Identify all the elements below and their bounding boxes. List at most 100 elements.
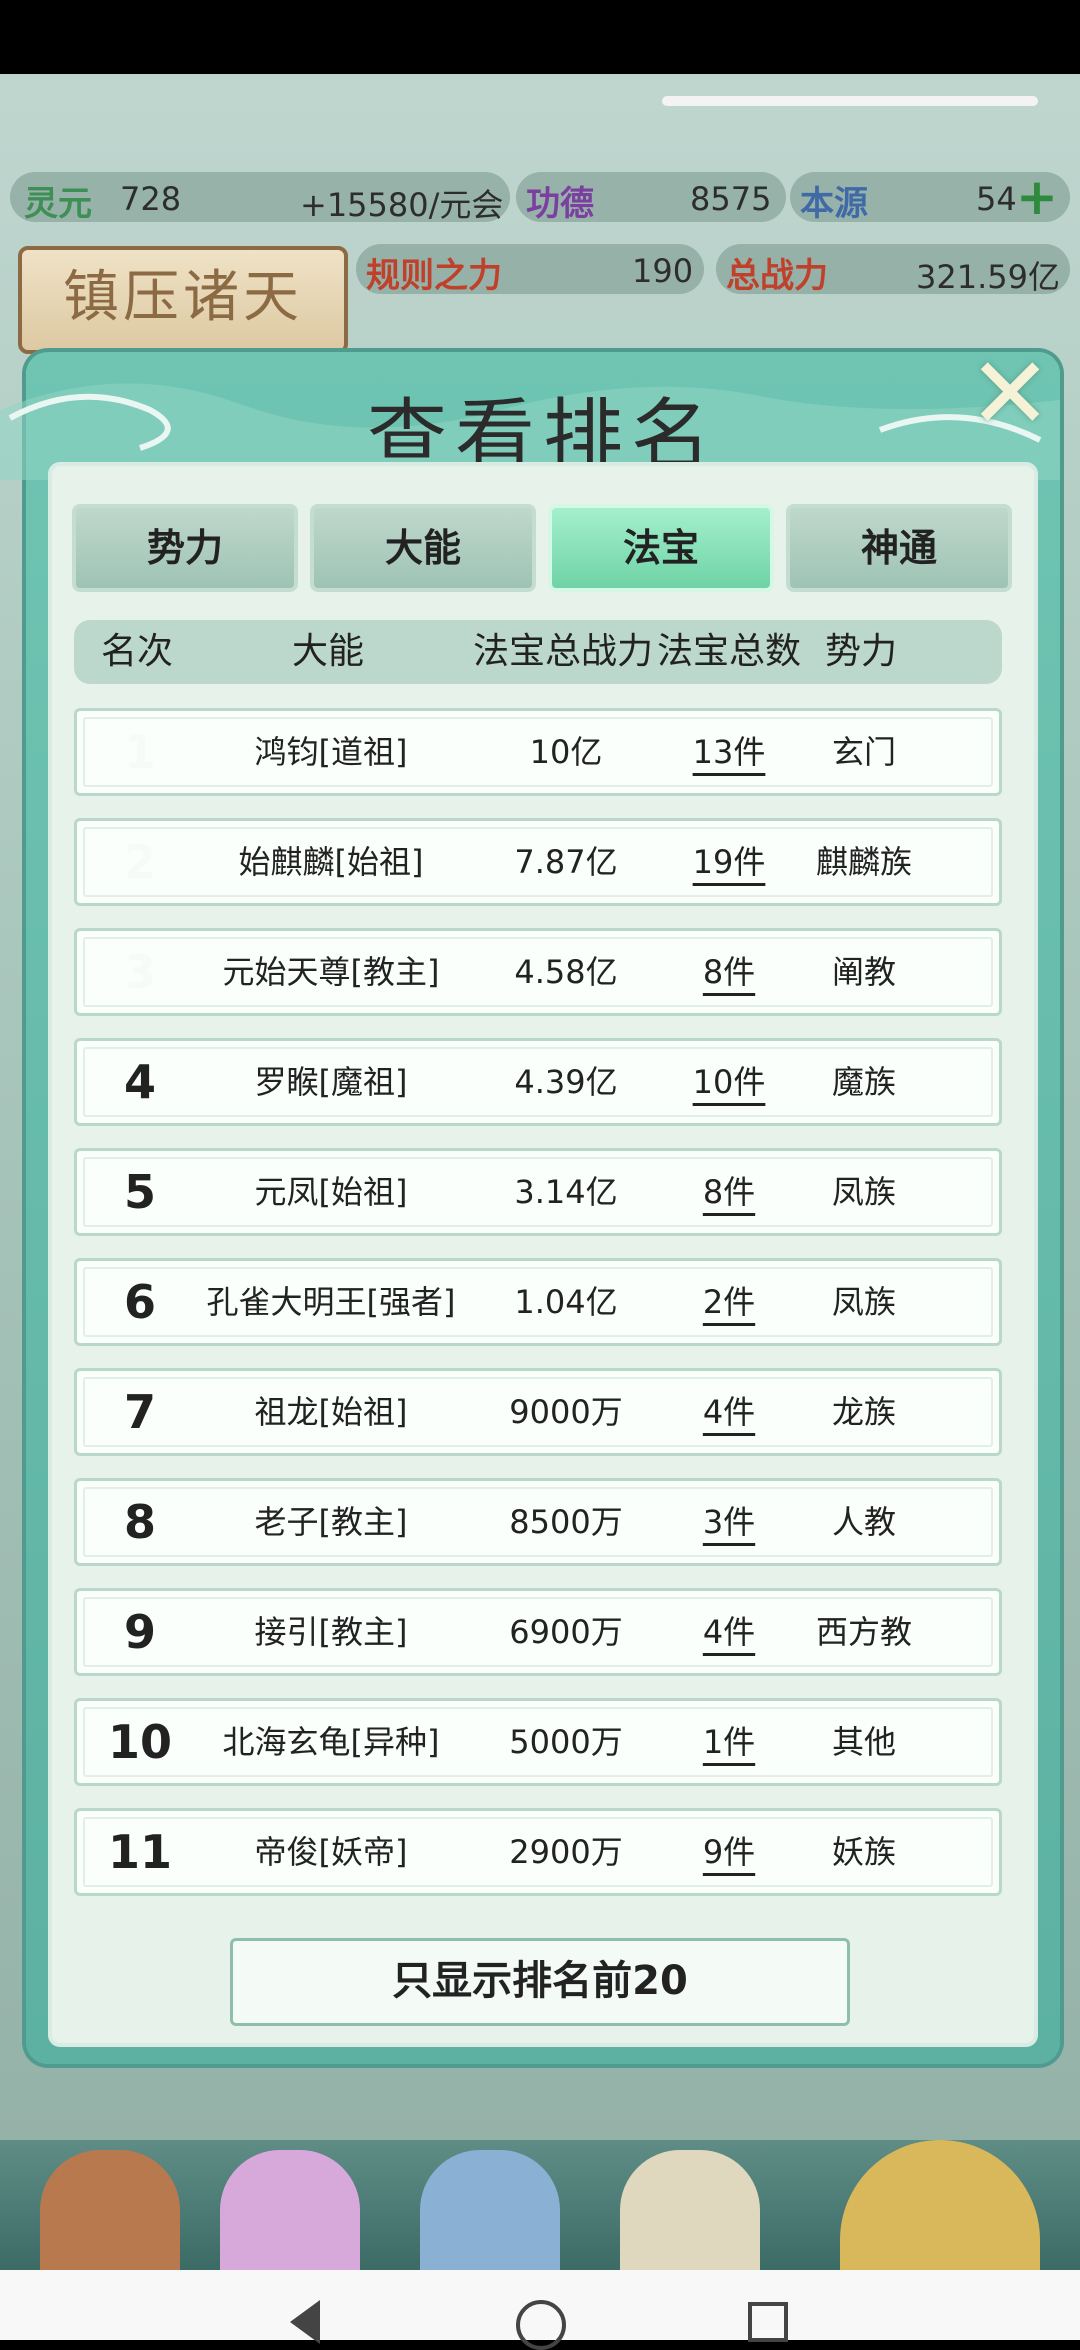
count-link[interactable]: 13件 bbox=[663, 711, 795, 793]
power-cell: 7.87亿 bbox=[514, 843, 618, 881]
guize-bar: 规则之力 190 bbox=[356, 244, 704, 296]
power-cell: 10亿 bbox=[529, 733, 603, 771]
name-cell: 老子[教主] bbox=[254, 1503, 408, 1541]
rank-cell: 5 bbox=[123, 1165, 156, 1219]
name-cell: 元凤[始祖] bbox=[254, 1173, 408, 1211]
table-row[interactable]: 7 祖龙[始祖] 9000万 4件 龙族 bbox=[74, 1368, 1002, 1456]
rank-cell: 10 bbox=[107, 1715, 172, 1769]
guize-label: 规则之力 bbox=[366, 256, 502, 296]
lotus-icon[interactable] bbox=[220, 2150, 360, 2270]
zongzhanli-bar: 总战力 321.59亿 bbox=[716, 244, 1070, 296]
gesture-handle[interactable] bbox=[662, 96, 1038, 106]
gongde-label: 功德 bbox=[526, 184, 594, 224]
rank-cell: 1 bbox=[123, 725, 156, 779]
name-cell: 罗睺[魔祖] bbox=[254, 1063, 408, 1101]
rank-cell: 4 bbox=[123, 1055, 156, 1109]
name-cell: 始麒麟[始祖] bbox=[238, 843, 424, 881]
rank-cell: 9 bbox=[123, 1605, 156, 1659]
yinyang-icon[interactable] bbox=[620, 2150, 760, 2270]
table-row[interactable]: 5 元凤[始祖] 3.14亿 8件 凤族 bbox=[74, 1148, 1002, 1236]
table-header: 名次 大能 法宝总战力 法宝总数 势力 bbox=[74, 620, 1002, 684]
guize-value: 190 bbox=[632, 252, 694, 290]
name-cell: 孔雀大明王[强者] bbox=[206, 1283, 456, 1321]
faction-cell: 凤族 bbox=[831, 1283, 896, 1321]
benyuan-label: 本源 bbox=[800, 184, 868, 224]
table-row[interactable]: 10 北海玄龟[异种] 5000万 1件 其他 bbox=[74, 1698, 1002, 1786]
back-icon[interactable] bbox=[290, 2300, 320, 2344]
count-link[interactable]: 10件 bbox=[663, 1041, 795, 1123]
faction-cell: 凤族 bbox=[831, 1173, 896, 1211]
close-icon[interactable]: ✕ bbox=[960, 344, 1060, 444]
power-cell: 4.39亿 bbox=[514, 1063, 618, 1101]
lingyuan-bar: 灵元 728 +15580/元会 bbox=[10, 172, 510, 224]
power-cell: 9000万 bbox=[509, 1393, 623, 1431]
count-link[interactable]: 4件 bbox=[663, 1371, 795, 1453]
tab-shentong[interactable]: 神通 bbox=[786, 504, 1012, 592]
count-link[interactable]: 19件 bbox=[663, 821, 795, 903]
benyuan-value: 54 bbox=[976, 180, 1017, 218]
zhenya-plaque[interactable]: 镇压诸天 bbox=[18, 246, 348, 354]
power-cell: 1.04亿 bbox=[514, 1283, 618, 1321]
count-link[interactable]: 8件 bbox=[663, 1151, 795, 1233]
power-cell: 2900万 bbox=[509, 1833, 623, 1871]
count-link[interactable]: 8件 bbox=[663, 931, 795, 1013]
faction-cell: 玄门 bbox=[831, 733, 896, 771]
col-daneng: 大能 bbox=[291, 631, 364, 672]
faction-cell: 龙族 bbox=[831, 1393, 896, 1431]
table-row[interactable]: 4 罗睺[魔祖] 4.39亿 10件 魔族 bbox=[74, 1038, 1002, 1126]
faction-cell: 阐教 bbox=[831, 953, 896, 991]
faction-cell: 西方教 bbox=[815, 1613, 912, 1651]
treasure-icon[interactable] bbox=[420, 2150, 560, 2270]
add-icon[interactable]: + bbox=[1016, 168, 1058, 226]
count-link[interactable]: 3件 bbox=[663, 1481, 795, 1563]
zongzhanli-label: 总战力 bbox=[726, 256, 828, 296]
show-top20-button[interactable]: 只显示排名前20 bbox=[230, 1938, 850, 2026]
next-era-button[interactable] bbox=[840, 2140, 1040, 2270]
table-row[interactable]: 6 孔雀大明王[强者] 1.04亿 2件 凤族 bbox=[74, 1258, 1002, 1346]
ranking-modal: 查看排名 ✕ 势力 大能 法宝 神通 名次 大能 法宝总战力 法宝总数 势力 1… bbox=[0, 344, 1060, 2064]
table-row[interactable]: 2 始麒麟[始祖] 7.87亿 19件 麒麟族 bbox=[74, 818, 1002, 906]
name-cell: 帝俊[妖帝] bbox=[254, 1833, 408, 1871]
table-row[interactable]: 1 鸿钧[道祖] 10亿 13件 玄门 bbox=[74, 708, 1002, 796]
lingyuan-label: 灵元 bbox=[24, 184, 92, 224]
rank-cell: 3 bbox=[123, 945, 156, 999]
power-cell: 8500万 bbox=[509, 1503, 623, 1541]
faction-cell: 魔族 bbox=[831, 1063, 896, 1101]
table-row[interactable]: 9 接引[教主] 6900万 4件 西方教 bbox=[74, 1588, 1002, 1676]
power-cell: 5000万 bbox=[509, 1723, 623, 1761]
name-cell: 鸿钧[道祖] bbox=[254, 733, 408, 771]
home-icon[interactable] bbox=[516, 2300, 566, 2350]
name-cell: 祖龙[始祖] bbox=[254, 1393, 408, 1431]
count-link[interactable]: 1件 bbox=[663, 1701, 795, 1783]
bottom-toolbar bbox=[0, 2140, 1080, 2270]
col-count: 法宝总数 bbox=[656, 631, 801, 672]
tab-fabao[interactable]: 法宝 bbox=[548, 504, 774, 592]
faction-cell: 其他 bbox=[831, 1723, 896, 1761]
rank-cell: 2 bbox=[123, 835, 156, 889]
power-cell: 6900万 bbox=[509, 1613, 623, 1651]
count-link[interactable]: 9件 bbox=[663, 1811, 795, 1893]
benyuan-bar: 本源 54 + bbox=[790, 168, 1070, 226]
count-link[interactable]: 4件 bbox=[663, 1591, 795, 1673]
lingyuan-value: 728 bbox=[120, 180, 182, 218]
col-power: 法宝总战力 bbox=[472, 631, 653, 672]
name-cell: 元始天尊[教主] bbox=[222, 953, 440, 991]
faction-cell: 麒麟族 bbox=[815, 843, 912, 881]
gongde-bar: 功德 8575 bbox=[516, 172, 786, 224]
faction-cell: 人教 bbox=[831, 1503, 896, 1541]
tab-daneng[interactable]: 大能 bbox=[310, 504, 536, 592]
gongde-value: 8575 bbox=[690, 180, 772, 218]
status-bar bbox=[0, 0, 1080, 74]
name-cell: 接引[教主] bbox=[254, 1613, 408, 1651]
rank-cell: 6 bbox=[123, 1275, 156, 1329]
zongzhanli-value: 321.59亿 bbox=[916, 258, 1060, 296]
table-row[interactable]: 11 帝俊[妖帝] 2900万 9件 妖族 bbox=[74, 1808, 1002, 1896]
col-rank: 名次 bbox=[100, 631, 173, 672]
table-row[interactable]: 3 元始天尊[教主] 4.58亿 8件 阐教 bbox=[74, 928, 1002, 1016]
table-row[interactable]: 8 老子[教主] 8500万 3件 人教 bbox=[74, 1478, 1002, 1566]
count-link[interactable]: 2件 bbox=[663, 1261, 795, 1343]
recents-icon[interactable] bbox=[748, 2302, 788, 2342]
building-icon[interactable] bbox=[40, 2150, 180, 2270]
lingyuan-rate: +15580/元会 bbox=[300, 186, 504, 224]
tab-shili[interactable]: 势力 bbox=[72, 504, 298, 592]
